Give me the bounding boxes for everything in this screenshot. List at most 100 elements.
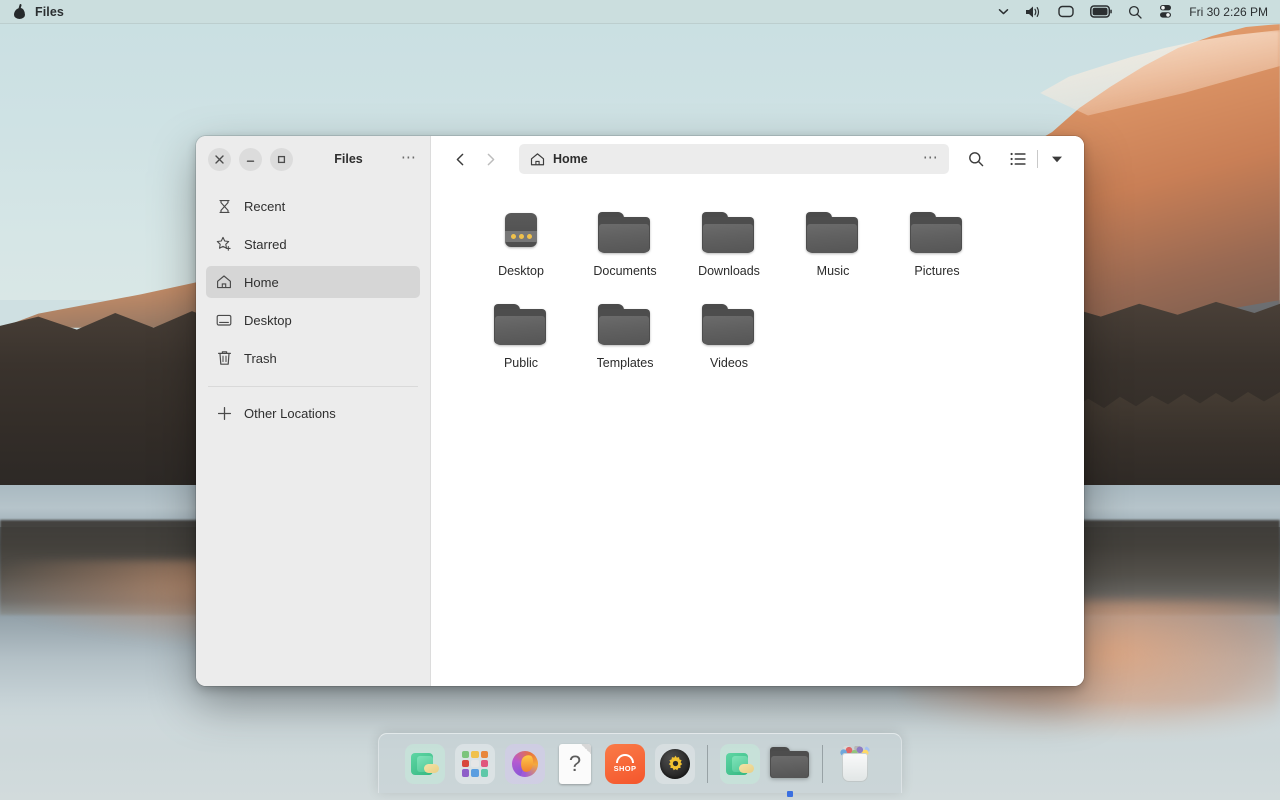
pathbar-menu-button[interactable]: ⋯ — [923, 148, 939, 171]
dock-item-files[interactable] — [768, 742, 812, 786]
dock-item-wallet-app[interactable] — [403, 742, 447, 786]
folder-icon — [596, 202, 654, 256]
toolbar-divider — [1037, 150, 1038, 168]
minimize-button[interactable] — [239, 148, 262, 171]
dock: ? SHOP — [378, 733, 902, 793]
sidebar-item-home[interactable]: Home — [206, 266, 420, 298]
star-plus-icon — [216, 236, 232, 252]
sidebar-item-label: Recent — [244, 199, 285, 214]
desktop-app-icon — [492, 202, 550, 256]
display-icon[interactable] — [1058, 0, 1074, 24]
dock-divider — [822, 745, 823, 783]
system-toggles-icon[interactable] — [1158, 0, 1173, 24]
file-label: Music — [817, 264, 850, 280]
sidebar-divider — [208, 386, 418, 387]
running-indicator — [787, 791, 793, 797]
file-label: Desktop — [498, 264, 544, 280]
file-label: Public — [504, 356, 538, 372]
menubar: Files — [0, 0, 1280, 24]
toolbar: Home ⋯ — [431, 136, 1084, 182]
pathbar-label: Home — [553, 152, 588, 166]
file-item-pictures[interactable]: Pictures — [885, 196, 989, 288]
dock-divider — [707, 745, 708, 783]
app-grid-icon — [455, 744, 495, 784]
wallet-icon — [720, 744, 760, 784]
file-item-downloads[interactable]: Downloads — [677, 196, 781, 288]
sidebar-list: Recent Starred — [196, 182, 430, 435]
volume-icon[interactable] — [1025, 0, 1042, 24]
folder-icon — [804, 202, 862, 256]
sidebar: Files ⋯ Recent — [196, 136, 431, 686]
files-window: Files ⋯ Recent — [196, 136, 1084, 686]
monitor-icon — [216, 312, 232, 328]
file-item-desktop[interactable]: Desktop — [469, 196, 573, 288]
chevron-down-icon[interactable] — [998, 0, 1009, 24]
sidebar-item-recent[interactable]: Recent — [206, 190, 420, 222]
pathbar[interactable]: Home ⋯ — [519, 144, 949, 174]
window-title: Files — [307, 152, 390, 166]
window-titlebar: Files ⋯ — [196, 136, 430, 182]
sidebar-item-desktop[interactable]: Desktop — [206, 304, 420, 336]
file-label: Pictures — [914, 264, 959, 280]
gear-icon — [655, 744, 695, 784]
file-grid: Desktop Documents Downloads — [431, 182, 1084, 686]
plus-icon — [216, 405, 232, 421]
file-item-videos[interactable]: Videos — [677, 288, 781, 380]
file-item-templates[interactable]: Templates — [573, 288, 677, 380]
shop-bag-icon: SHOP — [605, 744, 645, 784]
dock-item-system-settings[interactable] — [653, 742, 697, 786]
sidebar-item-label: Desktop — [244, 313, 292, 328]
firefox-icon — [505, 744, 545, 784]
close-button[interactable] — [208, 148, 231, 171]
file-item-music[interactable]: Music — [781, 196, 885, 288]
hourglass-icon — [216, 198, 232, 214]
main-pane: Home ⋯ — [431, 136, 1084, 686]
dock-item-help[interactable]: ? — [553, 742, 597, 786]
view-mode-group — [1003, 144, 1072, 174]
shop-label: SHOP — [614, 764, 637, 773]
system-tray: Fri 30 2:26 PM — [998, 0, 1280, 24]
file-item-documents[interactable]: Documents — [573, 196, 677, 288]
menubar-app-name[interactable]: Files — [35, 5, 64, 19]
search-button[interactable] — [961, 144, 991, 174]
back-button[interactable] — [445, 144, 475, 174]
dock-item-applications[interactable] — [453, 742, 497, 786]
battery-icon[interactable] — [1090, 0, 1112, 24]
question-file-icon: ? — [559, 744, 591, 784]
search-icon[interactable] — [1128, 0, 1142, 24]
dock-item-trash[interactable] — [833, 742, 877, 786]
sidebar-item-label: Trash — [244, 351, 277, 366]
trash-icon — [216, 350, 232, 366]
home-icon — [216, 274, 232, 290]
window-menu-button[interactable]: ⋯ — [398, 148, 420, 170]
sidebar-item-other-locations[interactable]: Other Locations — [206, 397, 420, 429]
file-label: Templates — [597, 356, 654, 372]
folder-icon — [770, 747, 810, 780]
folder-icon — [700, 294, 758, 348]
file-label: Videos — [710, 356, 748, 372]
maximize-button[interactable] — [270, 148, 293, 171]
file-label: Documents — [593, 264, 656, 280]
forward-button[interactable] — [475, 144, 505, 174]
file-item-public[interactable]: Public — [469, 288, 573, 380]
sidebar-item-trash[interactable]: Trash — [206, 342, 420, 374]
sidebar-item-starred[interactable]: Starred — [206, 228, 420, 260]
file-label: Downloads — [698, 264, 760, 280]
chevron-down-icon[interactable] — [1042, 144, 1072, 174]
sidebar-item-label: Home — [244, 275, 279, 290]
trash-full-icon — [840, 746, 870, 782]
home-icon — [530, 152, 545, 167]
folder-icon — [596, 294, 654, 348]
dock-item-appcenter[interactable]: SHOP — [603, 742, 647, 786]
folder-icon — [492, 294, 550, 348]
desktop: Files — [0, 0, 1280, 800]
list-view-icon[interactable] — [1003, 144, 1033, 174]
wallet-icon — [405, 744, 445, 784]
folder-icon — [908, 202, 966, 256]
pear-logo-icon[interactable] — [12, 4, 26, 20]
dock-item-wallet-pinned[interactable] — [718, 742, 762, 786]
folder-icon — [700, 202, 758, 256]
menubar-clock[interactable]: Fri 30 2:26 PM — [1189, 5, 1268, 19]
sidebar-item-label: Starred — [244, 237, 287, 252]
dock-item-web-browser[interactable] — [503, 742, 547, 786]
